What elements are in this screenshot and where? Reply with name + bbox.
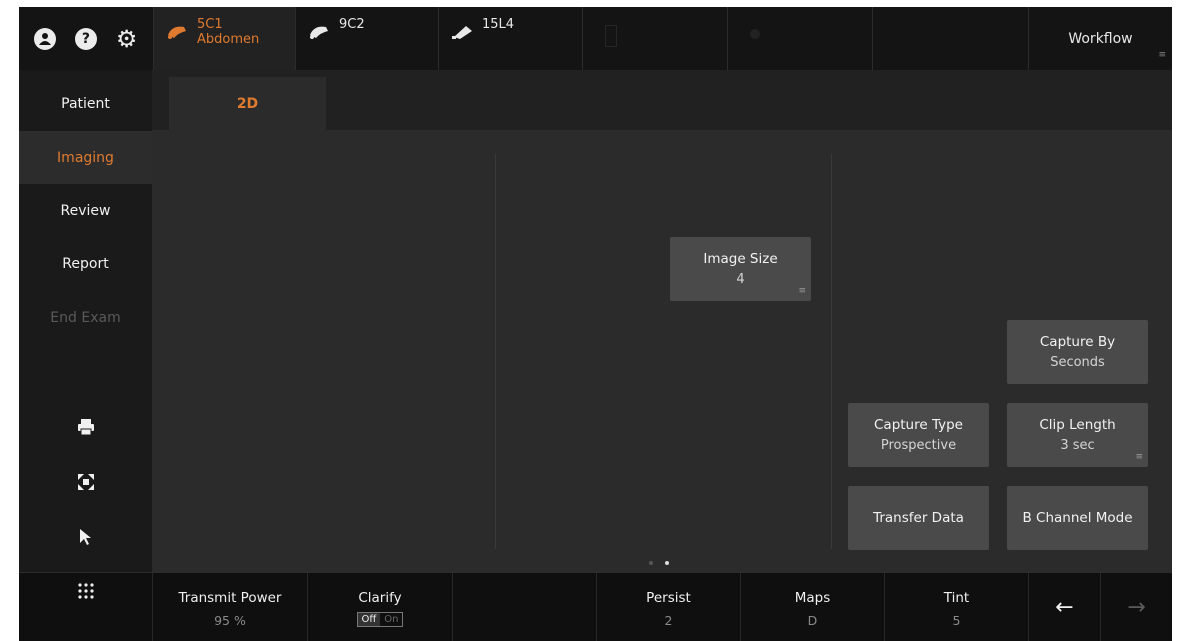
probe-name: 5C1 (197, 17, 223, 32)
image-size-value: 4 (736, 272, 745, 287)
menu-icon: ≡ (798, 286, 806, 296)
b-channel-mode-label: B Channel Mode (1022, 510, 1133, 526)
capture-by-label: Capture By (1039, 334, 1116, 350)
clip-length-label: Clip Length (1039, 417, 1116, 433)
page-indicator[interactable] (649, 561, 669, 565)
probe-slot-icon (750, 29, 760, 39)
tint-value: 5 (952, 613, 961, 628)
column-divider (495, 154, 496, 549)
workflow-button[interactable]: Workflow ≡ (1028, 7, 1172, 70)
user-icon[interactable] (34, 27, 57, 50)
clarify-control[interactable]: Clarify Off On (307, 573, 452, 641)
apps-grid-icon[interactable] (19, 573, 152, 641)
probe-name: 9C2 (339, 17, 365, 32)
menu-icon: ≡ (1158, 50, 1166, 60)
sidebar-item-patient[interactable]: Patient (19, 77, 152, 130)
maps-label: Maps (794, 590, 831, 606)
persist-control[interactable]: Persist 2 (596, 573, 740, 641)
transmit-power-value: 95 % (214, 613, 246, 628)
b-channel-mode-button[interactable]: B Channel Mode (1007, 486, 1148, 550)
clip-length-value: 3 sec (1060, 438, 1095, 453)
sidebar-item-end-exam[interactable]: End Exam (19, 291, 152, 344)
persist-value: 2 (664, 613, 673, 628)
sidebar-item-imaging[interactable]: Imaging (19, 131, 152, 184)
transfer-data-label: Transfer Data (873, 510, 964, 526)
probe-icon (310, 26, 328, 39)
sidebar-item-report[interactable]: Report (19, 237, 152, 290)
tint-control[interactable]: Tint 5 (884, 573, 1028, 641)
workflow-label: Workflow (1068, 30, 1133, 47)
mode-tab-row: 2D (152, 70, 1172, 130)
column-divider (831, 154, 832, 549)
clarify-toggle[interactable]: Off On (356, 612, 404, 627)
capture-type-button[interactable]: Capture Type Prospective (848, 403, 989, 467)
clarify-label: Clarify (358, 590, 402, 606)
menu-icon: ≡ (1135, 452, 1143, 462)
capture-by-value: Seconds (1050, 355, 1105, 370)
probe-tab-9c2[interactable]: 9C2 (295, 7, 438, 70)
transmit-power-control[interactable]: Transmit Power 95 % (152, 573, 307, 641)
capture-type-value: Prospective (880, 438, 957, 453)
toggle-off[interactable]: Off (357, 613, 381, 626)
probe-icon (168, 26, 186, 39)
tab-2d[interactable]: 2D (169, 77, 326, 130)
page-dot[interactable] (649, 561, 653, 565)
probe-tab-15l4[interactable]: 15L4 (438, 7, 582, 70)
probe-slot-icon (605, 25, 617, 47)
empty-probe-slot (872, 7, 1028, 70)
probe-tab-5c1[interactable]: 5C1 Abdomen (153, 7, 295, 70)
empty-param-slot (452, 573, 596, 641)
forward-arrow-icon[interactable]: → (1100, 573, 1172, 641)
system-icons: ? ⚙ (19, 7, 153, 70)
clip-length-button[interactable]: Clip Length 3 sec ≡ (1007, 403, 1148, 467)
back-arrow-icon[interactable]: ← (1028, 573, 1100, 641)
fullscreen-icon[interactable] (19, 462, 152, 502)
transfer-data-button[interactable]: Transfer Data (848, 486, 989, 550)
image-size-label: Image Size (703, 251, 778, 267)
bottom-bar: Transmit Power 95 % Clarify Off On Persi… (19, 573, 1172, 641)
gear-icon[interactable]: ⚙ (116, 25, 138, 53)
capture-by-button[interactable]: Capture By Seconds (1007, 320, 1148, 384)
empty-probe-slot (582, 7, 727, 70)
help-icon[interactable]: ? (74, 27, 97, 50)
ultrasound-screen: ? ⚙ 5C1 Abdomen 9C2 15L4 Workflow ≡ Pati… (19, 7, 1172, 641)
tint-label: Tint (943, 590, 970, 606)
top-bar: ? ⚙ 5C1 Abdomen 9C2 15L4 Workflow ≡ (19, 7, 1172, 70)
maps-control[interactable]: Maps D (740, 573, 884, 641)
toggle-on[interactable]: On (380, 613, 402, 626)
sidebar: Patient Imaging Review Report End Exam (19, 70, 152, 572)
pointer-icon[interactable] (19, 517, 152, 557)
print-icon[interactable] (19, 407, 152, 447)
sidebar-item-review[interactable]: Review (19, 184, 152, 237)
maps-value: D (807, 613, 818, 628)
probe-icon (452, 26, 472, 39)
probe-name: 15L4 (482, 17, 515, 32)
probe-preset: Abdomen (197, 32, 260, 47)
persist-label: Persist (646, 590, 691, 606)
image-size-button[interactable]: Image Size 4 ≡ (670, 237, 811, 301)
empty-probe-slot (727, 7, 872, 70)
capture-type-label: Capture Type (874, 417, 963, 433)
transmit-power-label: Transmit Power (178, 590, 282, 606)
page-dot-active[interactable] (665, 561, 669, 565)
